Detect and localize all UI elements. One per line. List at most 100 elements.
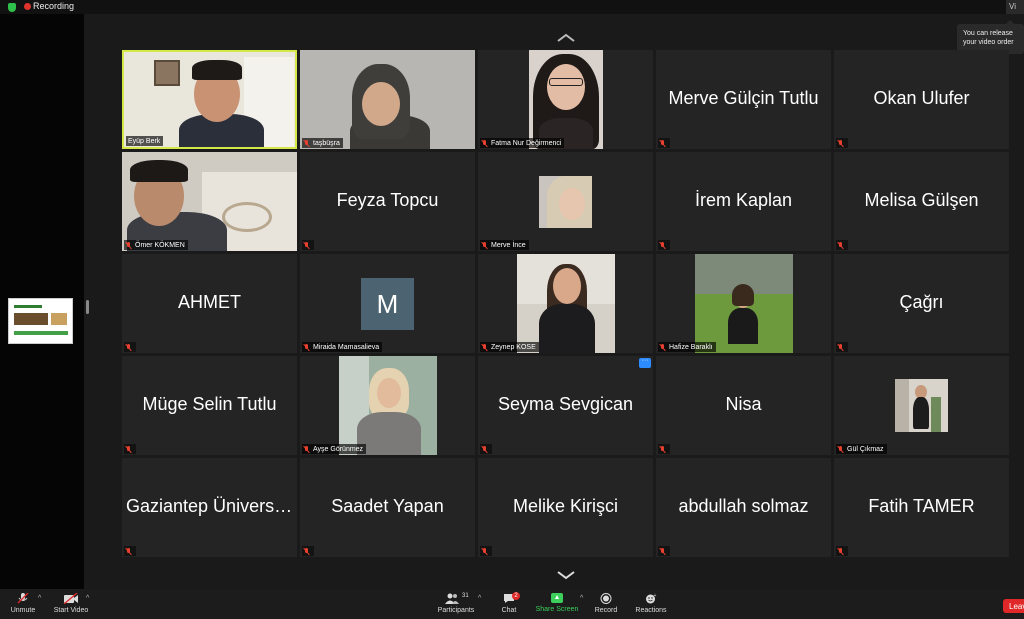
mic-muted-icon — [482, 140, 488, 147]
share-screen-button[interactable]: Share Screen — [534, 593, 580, 613]
mic-muted-icon — [660, 241, 666, 249]
view-button[interactable]: Vi — [1006, 0, 1024, 14]
video-camera-off-icon — [63, 593, 78, 604]
participant-tile[interactable]: Melisa Gülşen — [834, 152, 1009, 251]
share-screen-icon — [551, 593, 563, 603]
participant-status — [302, 546, 314, 556]
mic-muted-icon — [838, 547, 844, 555]
video-options-caret[interactable]: ^ — [86, 595, 89, 602]
participant-status — [302, 240, 314, 250]
participant-display-name: Çağrı — [899, 292, 944, 312]
chat-unread-badge: 2 — [512, 592, 520, 600]
audio-options-caret[interactable]: ^ — [38, 595, 41, 602]
mic-muted-icon — [838, 139, 844, 147]
participant-video — [895, 379, 948, 432]
mic-muted-icon — [304, 547, 310, 555]
participant-tile[interactable]: Hafize Baraklı — [656, 254, 831, 353]
participant-tile[interactable]: Eyüp Berk — [122, 50, 297, 149]
participant-tile[interactable]: Nisa — [656, 356, 831, 455]
participant-tile[interactable]: Fatih TAMER — [834, 458, 1009, 557]
participant-tile[interactable]: Ömer KÖKMEN — [122, 152, 297, 251]
participant-tile[interactable]: Saadet Yapan — [300, 458, 475, 557]
participant-tile[interactable]: Gül Çıkmaz — [834, 356, 1009, 455]
participant-status — [836, 342, 848, 352]
participant-tile[interactable]: Müge Selin Tutlu — [122, 356, 297, 455]
participants-label: Participants — [437, 607, 475, 614]
mic-muted-icon — [660, 344, 666, 351]
participant-display-name: İrem Kaplan — [694, 190, 793, 210]
share-options-caret[interactable]: ^ — [580, 595, 583, 602]
participant-display-name: Melisa Gülşen — [864, 190, 979, 210]
participant-tile[interactable]: Ayşe Görünmez — [300, 356, 475, 455]
record-icon — [600, 593, 612, 604]
mic-muted-icon — [126, 547, 132, 555]
start-video-label: Start Video — [53, 607, 89, 614]
start-video-button[interactable]: Start Video — [52, 593, 90, 614]
more-options-icon[interactable]: ··· — [639, 357, 651, 368]
participant-tile[interactable]: ··· Seyma Sevgican — [478, 356, 653, 455]
mic-muted-icon — [304, 446, 310, 453]
participant-tile[interactable]: Çağrı — [834, 254, 1009, 353]
participant-tile[interactable]: Merve İnce — [478, 152, 653, 251]
participant-name-label: Merve İnce — [480, 240, 529, 250]
mic-muted-icon — [660, 547, 666, 555]
participant-name-label: Ömer KÖKMEN — [124, 240, 188, 250]
participant-name-label: Gül Çıkmaz — [836, 444, 887, 454]
participant-tile[interactable]: taşbüşra — [300, 50, 475, 149]
chevron-down-icon[interactable] — [556, 570, 576, 580]
participant-status — [658, 444, 670, 454]
tooltip-line-1: You can release — [963, 30, 1013, 37]
microphone-muted-icon — [17, 593, 29, 604]
participant-tile[interactable]: Okan Ulufer — [834, 50, 1009, 149]
reactions-button[interactable]: + Reactions — [634, 593, 668, 614]
participant-display-name: Okan Ulufer — [873, 88, 970, 108]
chat-label: Chat — [501, 607, 517, 614]
participant-display-name: Feyza Topcu — [336, 190, 439, 210]
participant-status — [480, 546, 492, 556]
chevron-up-icon[interactable] — [556, 33, 576, 43]
participant-tile[interactable]: AHMET — [122, 254, 297, 353]
participant-display-name: Nisa — [725, 394, 762, 414]
mic-muted-icon — [838, 241, 844, 249]
participant-status — [480, 444, 492, 454]
leave-button[interactable]: Leave — [1003, 599, 1024, 613]
unmute-button[interactable]: Unmute — [8, 593, 38, 614]
mic-muted-icon — [660, 445, 666, 453]
shared-content-panel — [0, 14, 84, 589]
participant-video — [529, 50, 603, 149]
mic-muted-icon — [482, 445, 488, 453]
shared-screen-thumbnail[interactable] — [8, 298, 73, 344]
participant-tile[interactable]: Melike Kirişci — [478, 458, 653, 557]
mic-muted-icon — [838, 343, 844, 351]
panel-resize-handle[interactable] — [86, 300, 89, 314]
mic-muted-icon — [482, 242, 488, 249]
participant-video — [122, 152, 297, 251]
participant-status — [124, 546, 136, 556]
mic-muted-icon — [126, 343, 132, 351]
participant-tile[interactable]: M Miraida Mamasalieva — [300, 254, 475, 353]
participant-status — [658, 546, 670, 556]
participant-tile[interactable]: Merve Gülçin Tutlu — [656, 50, 831, 149]
participant-status — [836, 240, 848, 250]
participants-options-caret[interactable]: ^ — [478, 595, 481, 602]
reactions-label: Reactions — [635, 607, 667, 614]
participant-tile[interactable]: İrem Kaplan — [656, 152, 831, 251]
participant-tile[interactable]: Zeynep KOSE — [478, 254, 653, 353]
participant-tile[interactable]: Gaziantep Üniversitesi — [122, 458, 297, 557]
mic-muted-icon — [304, 344, 310, 351]
participant-tile[interactable]: Feyza Topcu — [300, 152, 475, 251]
participant-status — [124, 342, 136, 352]
participant-tile[interactable]: abdullah solmaz — [656, 458, 831, 557]
record-button[interactable]: Record — [592, 593, 620, 614]
participant-video — [124, 52, 295, 147]
participant-video — [300, 50, 475, 149]
participant-video — [517, 254, 615, 353]
shield-icon[interactable] — [8, 3, 16, 12]
mic-muted-icon — [482, 547, 488, 555]
recording-icon — [24, 3, 31, 10]
smiley-plus-icon: + — [646, 593, 657, 604]
participant-display-name: AHMET — [178, 292, 241, 312]
participants-button[interactable]: 31 Participants — [436, 593, 476, 614]
share-screen-label: Share Screen — [535, 606, 579, 613]
participant-tile[interactable]: Fatma Nur Değirmenci — [478, 50, 653, 149]
